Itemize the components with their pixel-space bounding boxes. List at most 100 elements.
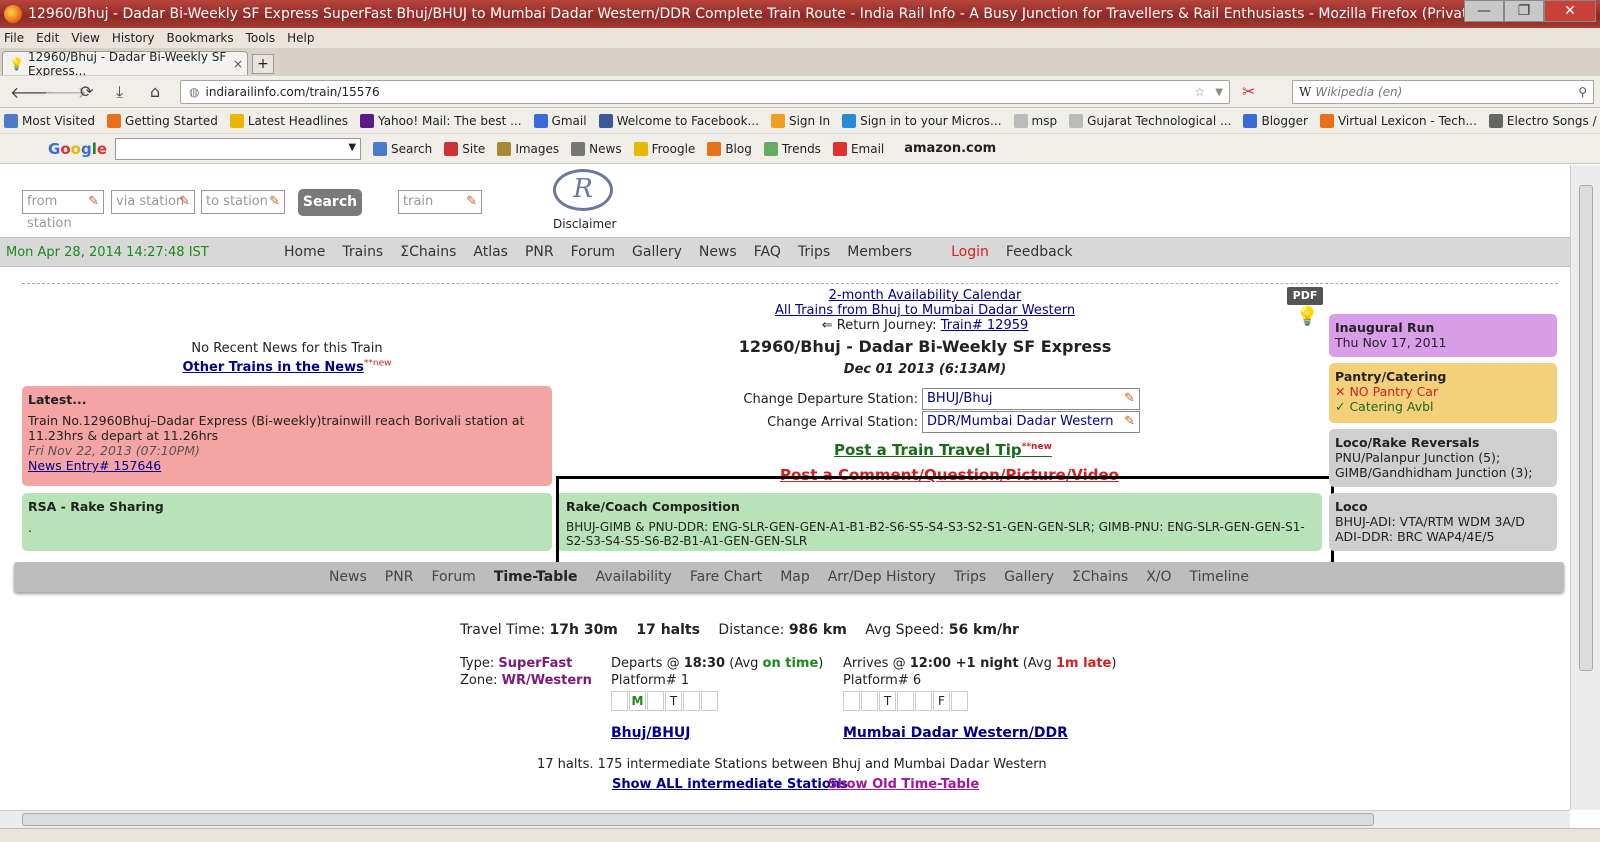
menu-tools[interactable]: Tools xyxy=(246,31,276,45)
lightbulb-icon[interactable]: 💡 xyxy=(1296,306,1318,327)
google-search-button[interactable]: Search xyxy=(373,141,432,156)
bookmark-item[interactable]: Latest Headlines xyxy=(229,113,348,128)
subnav-item[interactable]: Fare Chart xyxy=(690,569,762,585)
addon-icon[interactable]: ✂ xyxy=(1242,82,1255,101)
site-logo[interactable]: R xyxy=(553,169,613,211)
download-icon[interactable]: ⤓ xyxy=(116,82,123,102)
nav-item[interactable]: Trains xyxy=(342,244,383,260)
vertical-scrollbar[interactable] xyxy=(1570,165,1600,810)
from-station-input[interactable]: from station ✎ xyxy=(22,190,104,231)
restore-button[interactable]: ❐ xyxy=(1504,0,1544,22)
tab-close-icon[interactable]: × xyxy=(233,57,243,71)
show-old-timetable-link[interactable]: Show Old Time-Table xyxy=(828,777,979,792)
departure-station-input[interactable]: BHUJ/Bhuj ✎ xyxy=(922,388,1140,410)
other-trains-link[interactable]: Other Trains in the News xyxy=(183,360,364,375)
nav-item[interactable]: PNR xyxy=(525,244,554,260)
chevron-down-icon[interactable]: ▼ xyxy=(348,142,356,153)
menu-edit[interactable]: Edit xyxy=(36,31,59,45)
bookmark-item[interactable]: Welcome to Facebook... xyxy=(598,113,759,128)
search-icon[interactable]: ⚲ xyxy=(1578,85,1587,99)
news-entry-link[interactable]: News Entry# 157646 xyxy=(28,458,161,473)
subnav-item[interactable]: Arr/Dep History xyxy=(828,569,936,585)
subnav-item[interactable]: Forum xyxy=(431,569,475,585)
show-all-stations-link[interactable]: Show ALL intermediate Stations xyxy=(612,777,848,792)
google-blog-button[interactable]: Blog xyxy=(707,141,752,156)
login-link[interactable]: Login xyxy=(951,244,989,260)
departure-station-link[interactable]: Bhuj/BHUJ xyxy=(611,725,690,741)
all-trains-link[interactable]: All Trains from Bhuj to Mumbai Dadar Wes… xyxy=(775,303,1075,318)
menu-view[interactable]: View xyxy=(71,31,99,45)
menu-file[interactable]: File xyxy=(4,31,24,45)
url-dropdown-icon[interactable]: ▼ xyxy=(1215,87,1223,98)
subnav-item[interactable]: Trips xyxy=(954,569,986,585)
bookmark-item[interactable]: Gmail xyxy=(533,113,587,128)
google-email-button[interactable]: Email xyxy=(832,141,884,156)
bookmark-item[interactable]: Getting Started xyxy=(107,113,218,128)
amazon-button[interactable]: amazon.com xyxy=(904,141,996,156)
minimize-button[interactable]: — xyxy=(1464,0,1504,22)
via-station-input[interactable]: via station ✎ xyxy=(111,190,195,214)
feedback-link[interactable]: Feedback xyxy=(1006,244,1073,260)
subnav-item[interactable]: PNR xyxy=(385,569,414,585)
google-news-button[interactable]: News xyxy=(571,141,622,156)
subnav-item[interactable]: Map xyxy=(780,569,810,585)
subnav-item[interactable]: Gallery xyxy=(1004,569,1054,585)
subnav-item[interactable]: X/O xyxy=(1146,569,1171,585)
search-bar[interactable]: W Wikipedia (en) ⚲ xyxy=(1292,80,1594,104)
nav-item[interactable]: Forum xyxy=(571,244,615,260)
new-tab-button[interactable]: + xyxy=(252,54,274,74)
google-logo[interactable]: Google xyxy=(48,140,107,158)
google-search-input[interactable]: ▼ xyxy=(115,137,362,160)
scrollbar-thumb[interactable] xyxy=(1579,185,1593,671)
google-site-button[interactable]: Site xyxy=(444,141,485,156)
nav-item[interactable]: News xyxy=(699,244,737,260)
nav-item[interactable]: FAQ xyxy=(754,244,781,260)
divider xyxy=(22,283,1558,284)
pdf-button[interactable]: PDF xyxy=(1287,287,1323,305)
subnav-item[interactable]: ΣChains xyxy=(1072,569,1128,585)
bookmark-item[interactable]: Most Visited xyxy=(4,113,95,128)
bookmark-item[interactable]: Sign In xyxy=(770,113,830,128)
post-tip-link[interactable]: Post a Train Travel Tip**new xyxy=(834,441,1052,459)
nav-item[interactable]: Home xyxy=(284,244,325,260)
train-input[interactable]: train ✎ xyxy=(398,190,482,214)
tab-active[interactable]: 💡 12960/Bhuj - Dadar Bi-Weekly SF Expres… xyxy=(2,50,248,78)
arrival-station-link[interactable]: Mumbai Dadar Western/DDR xyxy=(843,725,1068,741)
subnav-item[interactable]: Availability xyxy=(596,569,672,585)
bookmark-item[interactable]: Gujarat Technological ... xyxy=(1069,113,1231,128)
scrollbar-thumb[interactable] xyxy=(22,813,1374,826)
menu-history[interactable]: History xyxy=(112,31,155,45)
menu-bar: File Edit View History Bookmarks Tools H… xyxy=(0,28,1600,48)
horizontal-scrollbar[interactable] xyxy=(0,810,1570,828)
close-window-button[interactable]: ✕ xyxy=(1544,0,1596,22)
search-button[interactable]: Search xyxy=(298,189,362,216)
google-froogle-button[interactable]: Froogle xyxy=(633,141,695,156)
bookmark-item[interactable]: Blogger xyxy=(1243,113,1308,128)
reload-icon[interactable]: ⟳ xyxy=(80,82,93,101)
bookmark-star-icon[interactable]: ☆ xyxy=(1194,85,1205,99)
nav-item[interactable]: Gallery xyxy=(632,244,682,260)
google-images-button[interactable]: Images xyxy=(497,141,559,156)
subnav-item[interactable]: Timeline xyxy=(1190,569,1250,585)
nav-item[interactable]: Trips xyxy=(798,244,830,260)
nav-item[interactable]: Members xyxy=(847,244,912,260)
subnav-item[interactable]: News xyxy=(329,569,367,585)
bookmark-item[interactable]: Electro Songs / House ... xyxy=(1488,113,1600,128)
bookmark-item[interactable]: Virtual Lexicon - Tech... xyxy=(1319,113,1477,128)
subnav-item[interactable]: Time-Table xyxy=(494,569,578,585)
nav-item[interactable]: ΣChains xyxy=(400,244,456,260)
menu-help[interactable]: Help xyxy=(287,31,314,45)
availability-calendar-link[interactable]: 2-month Availability Calendar xyxy=(829,288,1022,303)
arrival-station-input[interactable]: DDR/Mumbai Dadar Western ✎ xyxy=(922,411,1140,433)
menu-bookmarks[interactable]: Bookmarks xyxy=(167,31,234,45)
disclaimer-link[interactable]: Disclaimer xyxy=(553,217,616,231)
bookmark-item[interactable]: Yahoo! Mail: The best ... xyxy=(360,113,522,128)
google-trends-button[interactable]: Trends xyxy=(763,141,821,156)
to-station-input[interactable]: to station ✎ xyxy=(201,190,285,214)
bookmark-item[interactable]: msp xyxy=(1013,113,1057,128)
url-bar[interactable]: ◍ indiarailinfo.com/train/15576 ☆ ▼ xyxy=(180,80,1230,104)
bookmark-item[interactable]: Sign in to your Micros... xyxy=(842,113,1002,128)
nav-item[interactable]: Atlas xyxy=(473,244,508,260)
return-train-link[interactable]: Train# 12959 xyxy=(941,318,1029,333)
home-icon[interactable]: ⌂ xyxy=(150,82,160,101)
